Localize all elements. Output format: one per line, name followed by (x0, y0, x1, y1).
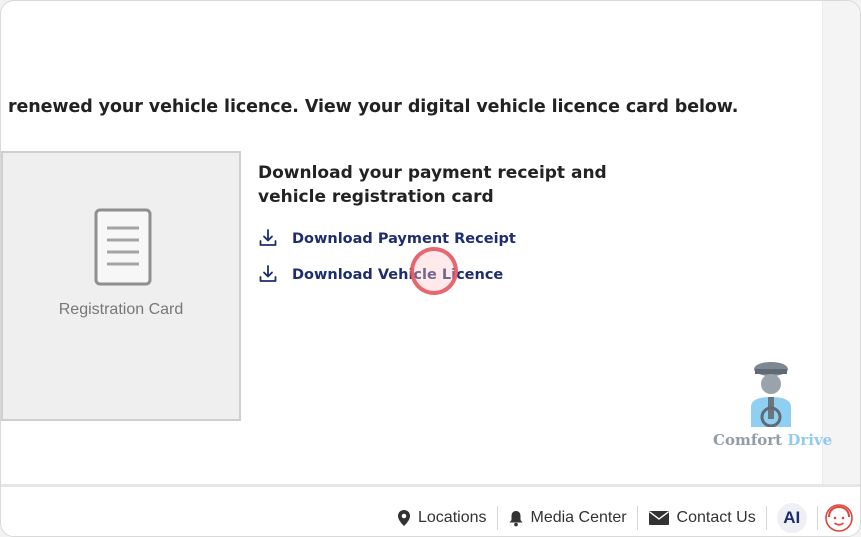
registration-card-label: Registration Card (58, 301, 184, 318)
ai-assistant-button[interactable]: AI (776, 503, 807, 533)
footer-contact-us-link[interactable]: Contact Us (638, 503, 766, 533)
document-icon (94, 208, 152, 286)
download-icon (258, 228, 280, 250)
footer-locations-link[interactable]: Locations (387, 503, 497, 533)
download-vehicle-licence-link[interactable]: Download Vehicle Licence (258, 264, 503, 286)
registration-card[interactable]: Registration Card (1, 151, 241, 421)
page-frame: renewed your vehicle licence. View your … (0, 0, 861, 537)
bell-icon (508, 509, 524, 527)
footer-divider (765, 506, 767, 530)
click-indicator (410, 247, 458, 295)
driver-avatar-icon (751, 362, 791, 427)
footer-divider (816, 506, 818, 530)
download-link-label: Download Vehicle Licence (292, 267, 504, 283)
footer-nav: Locations Media Center Contact Us AI (387, 503, 854, 533)
footer-link-label: Locations (418, 509, 487, 526)
download-payment-receipt-link[interactable]: Download Payment Receipt (258, 228, 516, 250)
support-agent-icon[interactable] (824, 503, 854, 533)
download-link-label: Download Payment Receipt (292, 231, 516, 247)
footer-link-label: Media Center (530, 509, 627, 526)
footer-link-label: Contact Us (676, 509, 756, 526)
location-pin-icon (397, 509, 411, 527)
envelope-icon (648, 510, 670, 526)
comfort-drive-logo-text: Comfort Drive (713, 431, 833, 449)
page-headline: renewed your vehicle licence. View your … (8, 97, 739, 117)
download-section-title: Download your payment receipt and vehicl… (258, 163, 607, 207)
download-icon (258, 264, 280, 286)
comfort-drive-chat-widget[interactable]: Comfort Drive (713, 361, 833, 453)
footer-bar: Locations Media Center Contact Us AI (1, 484, 860, 536)
footer-media-center-link[interactable]: Media Center (498, 503, 637, 533)
